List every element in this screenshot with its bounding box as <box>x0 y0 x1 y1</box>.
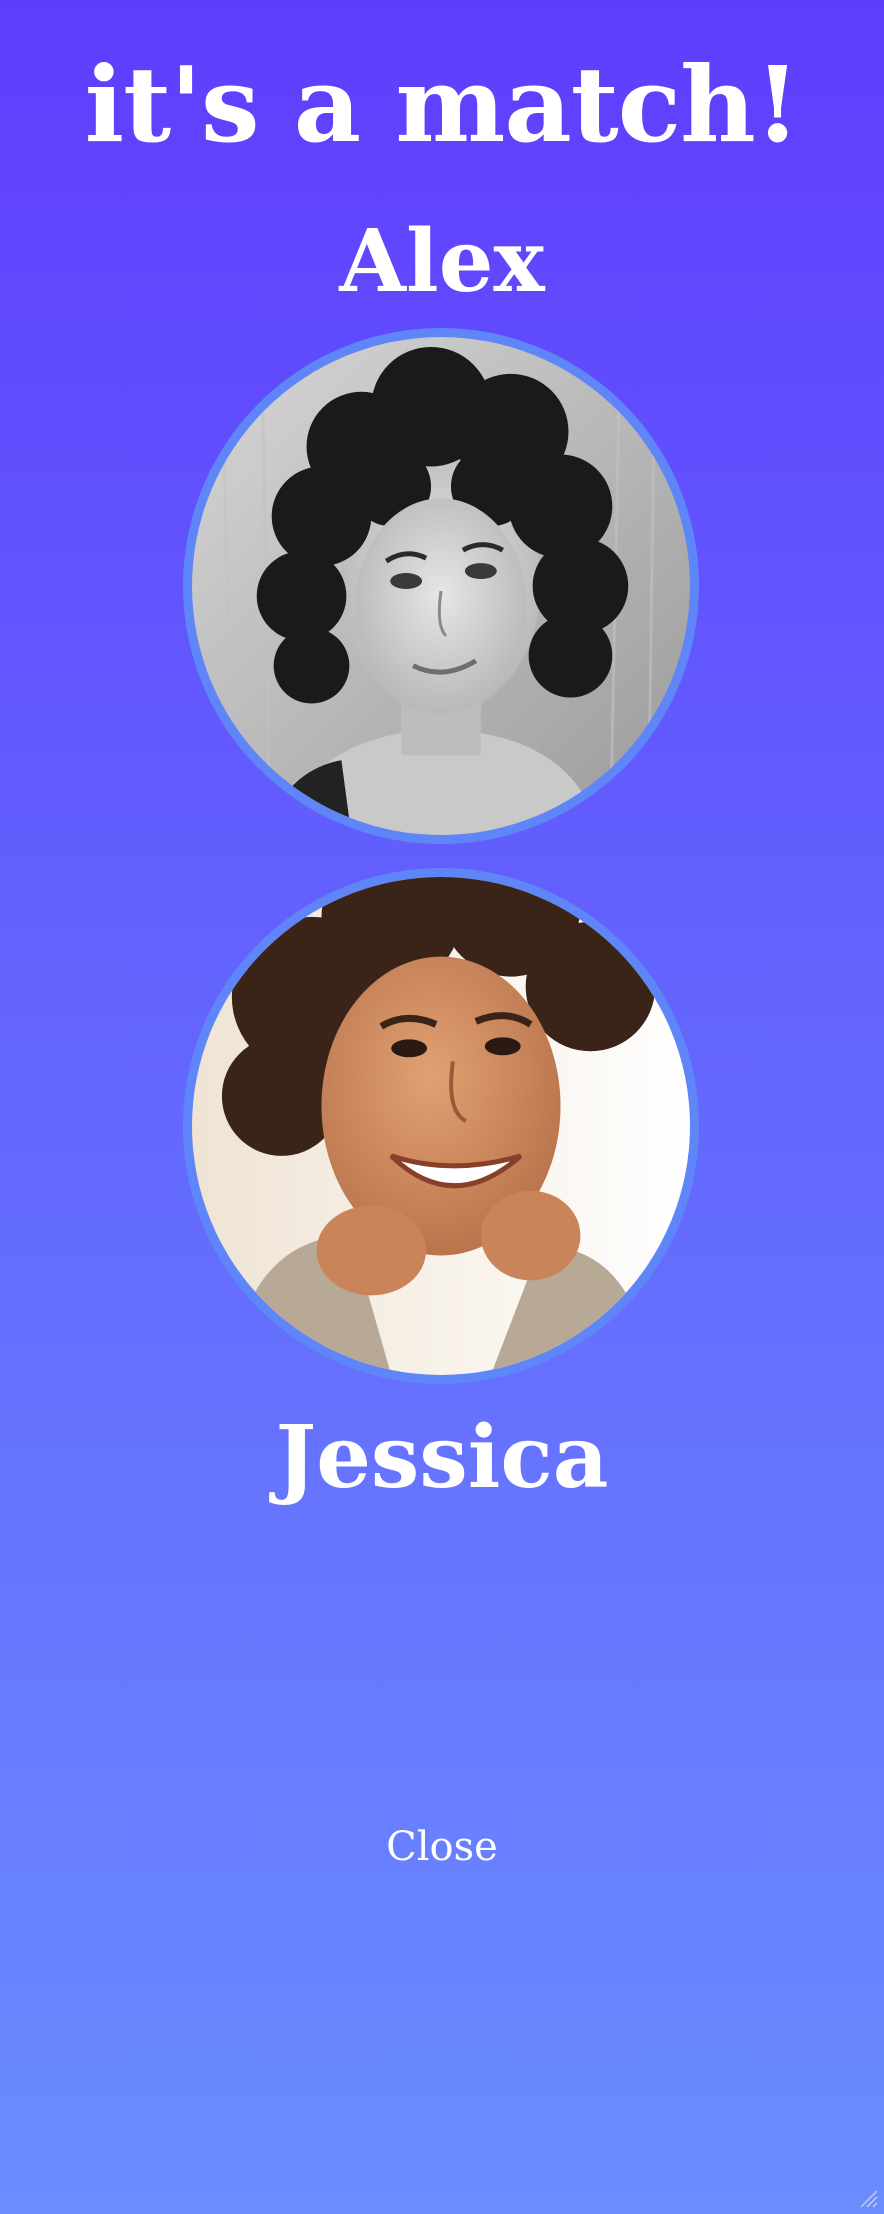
close-button[interactable]: Close <box>342 1815 542 1879</box>
user-two-avatar <box>183 868 699 1384</box>
match-headline: it's a match! <box>84 43 801 166</box>
user-one-name: Alex <box>339 211 545 312</box>
user-two-name: Jessica <box>275 1407 609 1508</box>
alex-portrait <box>192 337 690 835</box>
resize-grip-icon[interactable] <box>856 2186 878 2208</box>
jessica-portrait <box>192 877 690 1375</box>
match-screen: it's a match! Alex Jessica Close <box>0 0 884 2214</box>
user-one-avatar <box>183 328 699 844</box>
